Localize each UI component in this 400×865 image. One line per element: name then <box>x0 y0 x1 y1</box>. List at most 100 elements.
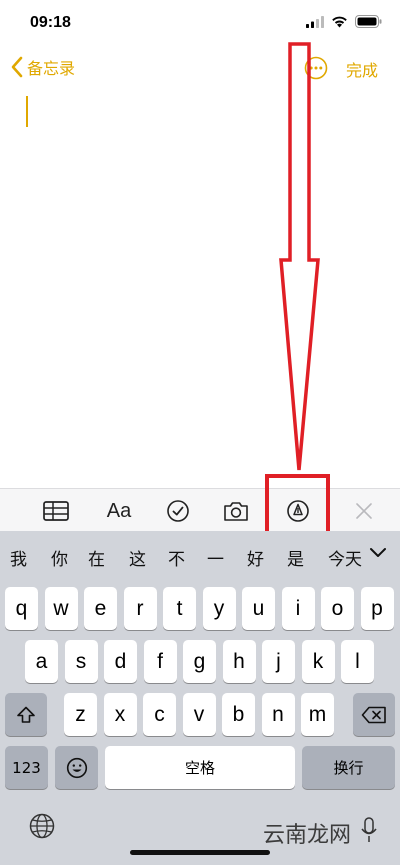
letter-key-label: v <box>193 702 205 726</box>
close-toolbar-button[interactable] <box>350 497 378 525</box>
letter-key-label: z <box>75 702 86 726</box>
table-icon <box>43 501 69 521</box>
letter-key-label: l <box>355 649 360 673</box>
letter-key[interactable]: y <box>202 587 236 630</box>
letter-key[interactable]: c <box>143 693 176 736</box>
home-indicator <box>130 850 270 855</box>
status-icons <box>306 15 382 28</box>
numbers-key-label: 123 <box>12 758 41 777</box>
letter-key-label: f <box>157 649 163 673</box>
candidate-word[interactable]: 在 <box>88 545 105 570</box>
space-key[interactable]: 空格 <box>105 746 295 789</box>
letter-key-label: u <box>252 596 265 620</box>
wifi-icon <box>332 16 347 28</box>
letter-key-label: e <box>94 596 107 620</box>
letter-key-label: r <box>136 596 144 620</box>
letter-key[interactable]: z <box>64 693 97 736</box>
checkmark-circle-icon <box>167 500 189 522</box>
letter-key[interactable]: r <box>123 587 157 630</box>
letter-key-label: x <box>114 702 126 726</box>
candidate-word[interactable]: 我 <box>10 545 27 570</box>
markup-button[interactable] <box>284 497 312 525</box>
delete-key[interactable] <box>353 693 395 736</box>
chevron-left-icon <box>11 56 23 78</box>
letter-key-label: d <box>114 649 127 673</box>
letter-key[interactable]: b <box>222 693 255 736</box>
letter-key[interactable]: j <box>262 640 295 683</box>
candidate-word[interactable]: 你 <box>51 545 68 570</box>
letter-key[interactable]: m <box>301 693 334 736</box>
letter-key-label: y <box>213 596 225 620</box>
letter-key[interactable]: i <box>281 587 315 630</box>
candidate-word[interactable]: 这 <box>129 545 146 570</box>
letter-key[interactable]: d <box>104 640 137 683</box>
letter-key[interactable]: f <box>143 640 177 683</box>
letter-key-label: a <box>35 649 48 673</box>
candidate-word[interactable]: 今天 <box>328 545 362 570</box>
emoji-icon <box>66 757 87 778</box>
letter-key-label: s <box>75 649 87 673</box>
letter-key[interactable]: e <box>84 587 117 630</box>
shift-key[interactable] <box>5 693 47 736</box>
letter-key-label: h <box>233 649 245 673</box>
letter-key[interactable]: o <box>321 587 354 630</box>
letter-key[interactable]: w <box>44 587 78 630</box>
back-button[interactable]: 备忘录 <box>10 55 75 79</box>
letter-key[interactable]: v <box>182 693 216 736</box>
candidate-word[interactable]: 一 <box>207 545 224 570</box>
letter-key[interactable]: l <box>341 640 374 683</box>
letter-key-label: o <box>331 596 344 620</box>
candidate-bar: 今天是好一不这在你我 <box>0 531 400 577</box>
status-time: 09:18 <box>30 14 71 31</box>
letter-key[interactable]: s <box>64 640 98 683</box>
letter-key-label: b <box>232 702 245 726</box>
return-key-label: 换行 <box>333 759 364 777</box>
microphone-icon[interactable] <box>360 816 378 844</box>
battery-icon <box>355 15 382 28</box>
text-cursor <box>26 96 28 127</box>
note-text-area[interactable] <box>0 90 400 488</box>
emoji-key[interactable] <box>55 746 98 789</box>
letter-key[interactable]: h <box>222 640 256 683</box>
letter-key[interactable]: x <box>103 693 137 736</box>
letter-key[interactable]: a <box>25 640 58 683</box>
letter-key[interactable]: g <box>183 640 216 683</box>
letter-key-label: m <box>308 702 327 726</box>
back-button-label: 备忘录 <box>27 59 76 78</box>
letter-key[interactable]: u <box>242 587 275 630</box>
letter-key-label: g <box>193 649 206 673</box>
letter-key-label: c <box>154 702 165 726</box>
status-bar: 09:18 <box>0 0 400 46</box>
letter-key-label: i <box>295 596 301 620</box>
globe-icon[interactable] <box>28 812 56 840</box>
numbers-key[interactable]: 123 <box>5 746 48 789</box>
more-options-icon[interactable] <box>304 56 328 80</box>
table-button[interactable] <box>42 497 70 525</box>
letter-key-label: t <box>176 596 183 620</box>
letter-key[interactable]: t <box>163 587 196 630</box>
backspace-icon <box>361 706 386 723</box>
watermark-text: 云南龙网 <box>263 823 352 848</box>
letter-key[interactable]: k <box>301 640 335 683</box>
close-icon <box>356 503 372 519</box>
letter-key[interactable]: p <box>360 587 394 630</box>
letter-key[interactable]: q <box>5 587 38 630</box>
letter-key[interactable]: n <box>261 693 295 736</box>
shift-icon <box>17 706 35 723</box>
chevron-down-icon[interactable] <box>366 543 390 563</box>
letter-key-label: p <box>371 596 383 620</box>
camera-button[interactable] <box>222 497 250 525</box>
letter-key-label: j <box>276 649 281 673</box>
candidate-word[interactable]: 不 <box>168 545 185 570</box>
text-format-button[interactable]: Aa <box>104 497 134 525</box>
checklist-button[interactable] <box>164 497 192 525</box>
candidate-word[interactable]: 好 <box>247 545 264 570</box>
cellular-signal-icon <box>306 15 324 28</box>
camera-icon <box>224 502 248 521</box>
return-key[interactable]: 换行 <box>302 746 395 789</box>
candidate-word[interactable]: 是 <box>287 545 304 570</box>
done-button[interactable]: 完成 <box>346 57 378 81</box>
letter-key-label: q <box>15 596 28 620</box>
letter-key-label: w <box>53 596 69 620</box>
formatting-toolbar: Aa <box>0 488 400 531</box>
